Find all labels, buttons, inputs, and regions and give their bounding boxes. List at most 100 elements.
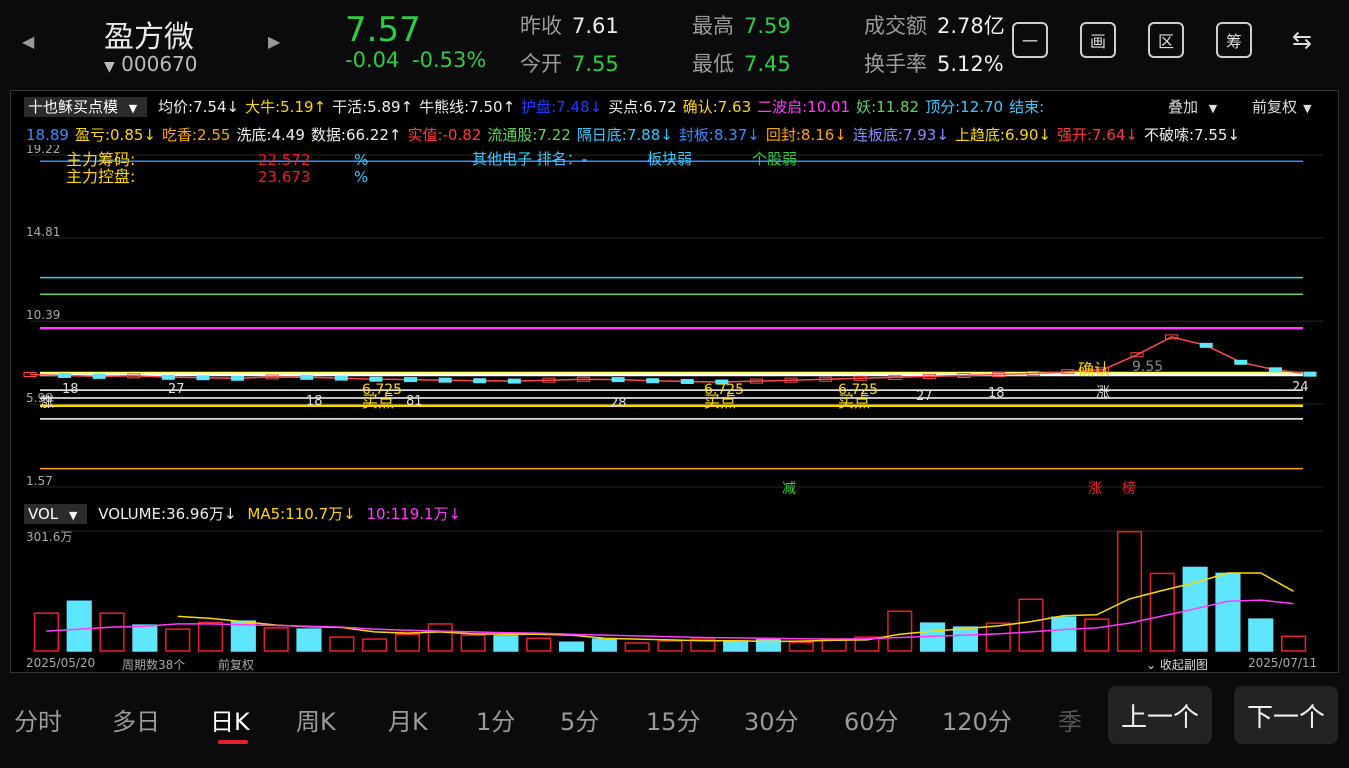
volume-bar: [526, 637, 552, 652]
volume-bar: [165, 628, 191, 652]
stock-code-dropdown[interactable]: ▼ 000670: [104, 52, 198, 76]
quote-1: 今开 7.55: [520, 48, 619, 78]
chevron-down-icon: ▼: [1303, 102, 1312, 115]
active-tab-indicator: [218, 740, 248, 744]
row2-item-4: 数据:66.22↑: [310, 126, 402, 144]
adjust-button[interactable]: 前复权 ▼: [1252, 98, 1317, 116]
volume-legend: VOL ▼ VOLUME:36.96万↓ MA5:110.7万↓ 10:119.…: [24, 503, 467, 524]
volume-bar: [394, 633, 421, 652]
tab-2[interactable]: 日K: [210, 702, 250, 737]
tab-6[interactable]: 5分: [560, 702, 599, 737]
row2-item-1: 盈亏:0.85↓: [74, 126, 156, 144]
chips-icon[interactable]: 筹: [1216, 22, 1252, 58]
volume-bar: [329, 636, 355, 652]
candle: [161, 374, 175, 380]
chevron-down-icon: ▼: [128, 102, 138, 115]
prev-button[interactable]: 上一个: [1108, 686, 1212, 744]
start-date: 2025/05/20: [26, 656, 96, 670]
end-date: 2025/07/11: [1248, 656, 1318, 670]
quote-0: 昨收 7.61: [520, 10, 619, 40]
row1-item-9: 顶分:12.70: [925, 98, 1004, 116]
price-chart[interactable]: 19.2214.8110.395.981.57主力筹码:主力控盘:22.5722…: [10, 145, 1339, 500]
candle: [680, 378, 694, 384]
tab-11[interactable]: 季: [1058, 702, 1082, 737]
vol-max-label: 301.6万: [26, 530, 72, 544]
collapse-subchart-button[interactable]: ⌄ 收起副图: [1146, 656, 1208, 673]
tab-5[interactable]: 1分: [476, 702, 515, 737]
row1-item-0: 均价:7.54↓: [158, 98, 240, 116]
tab-9[interactable]: 60分: [844, 702, 899, 737]
quote-value: 2.78亿: [937, 14, 1005, 38]
volume-bar: [624, 642, 650, 652]
volume-bar: [952, 626, 978, 652]
tab-7[interactable]: 15分: [646, 702, 701, 737]
volume-bar: [66, 600, 92, 652]
tab-4[interactable]: 月K: [388, 702, 428, 737]
quote-value: 7.59: [744, 14, 791, 38]
overlay-button[interactable]: 叠加 ▼: [1168, 98, 1223, 116]
reduce-mark: 减: [782, 481, 796, 497]
candle: [300, 374, 314, 380]
volume-chart[interactable]: 301.6万: [10, 527, 1339, 657]
tab-1[interactable]: 多日: [112, 702, 160, 737]
rank-mark: 榜: [1122, 480, 1136, 497]
ma10-value: 10:119.1万↓: [366, 505, 462, 523]
row2-item-10: 连板底:7.93↓: [852, 126, 949, 144]
row2-item-0: 18.89: [26, 126, 69, 144]
row1-item-10: 结束:: [1009, 98, 1045, 116]
volume-bar: [1051, 616, 1077, 652]
left-tag: 涨: [40, 395, 54, 411]
bar-count-4: 28: [610, 396, 627, 411]
volume-bar: [132, 624, 158, 652]
buy-mark-0: 买点: [362, 392, 394, 411]
volume-bar: [460, 634, 486, 652]
stock-name: 盈方微: [104, 20, 194, 55]
price-change: -0.04 -0.53%: [345, 48, 486, 72]
row2-item-6: 流通股:7.22: [487, 126, 571, 144]
next-button[interactable]: 下一个: [1234, 686, 1338, 744]
region-icon[interactable]: 区: [1148, 22, 1184, 58]
tab-0[interactable]: 分时: [14, 702, 62, 737]
volume-bar: [591, 638, 617, 652]
row2-item-13: 不破嗦:7.55↓: [1143, 126, 1241, 144]
tab-10[interactable]: 120分: [942, 702, 1012, 737]
picture-icon[interactable]: 画: [1080, 22, 1116, 58]
y-tick-label: 10.39: [26, 308, 60, 322]
high-label: 9.55: [1132, 359, 1163, 375]
minus-box-icon[interactable]: 一: [1012, 22, 1048, 58]
ctrl-value: 23.673: [258, 168, 311, 186]
next-stock-arrow-icon[interactable]: ▶: [268, 32, 280, 51]
tab-3[interactable]: 周K: [296, 702, 336, 737]
candle: [58, 372, 72, 378]
row2-item-2: 吃香:2.55: [161, 126, 231, 144]
sector-rank: 其他电子 排名：-: [472, 150, 587, 168]
candle: [507, 378, 521, 384]
candle: [1268, 367, 1282, 373]
volume-bar: [887, 610, 913, 652]
bar-count-1: 27: [168, 382, 185, 397]
row1-item-1: 大牛:5.19↑: [245, 98, 327, 116]
tab-8[interactable]: 30分: [744, 702, 799, 737]
volume-bar: [558, 641, 585, 652]
confirm-mark: 确认: [1078, 360, 1110, 379]
bar-count-3: 81: [406, 394, 423, 409]
indicator-row-1: 十也稣买点模 ▼ 均价:7.54↓ 大牛:5.19↑ 干活:5.89↑ 牛熊线:7.5…: [24, 96, 1056, 117]
switch-device-icon[interactable]: ⇆: [1284, 22, 1320, 58]
volume-bar: [1116, 530, 1143, 652]
quote-label: 今开: [520, 52, 562, 76]
row1-item-2: 干活:5.89↑: [332, 98, 414, 116]
quote-value: 7.45: [744, 52, 791, 76]
candle: [1234, 359, 1248, 365]
indicator-selector[interactable]: 十也稣买点模 ▼: [24, 97, 148, 117]
volume-selector[interactable]: VOL ▼: [24, 504, 88, 524]
bar-count-0: 18: [62, 382, 79, 397]
quote-value: 7.61: [572, 14, 619, 38]
ma5-line: [177, 572, 1294, 643]
volume-value: VOLUME:36.96万↓: [98, 505, 237, 523]
row2-item-5: 实值:-0.82: [407, 126, 482, 144]
y-tick-label: 14.81: [26, 225, 60, 239]
prev-stock-arrow-icon[interactable]: ◀: [22, 32, 34, 51]
quote-2: 最高 7.59: [692, 10, 791, 40]
bar-count-2: 18: [306, 394, 323, 409]
quote-label: 换手率: [864, 52, 927, 76]
